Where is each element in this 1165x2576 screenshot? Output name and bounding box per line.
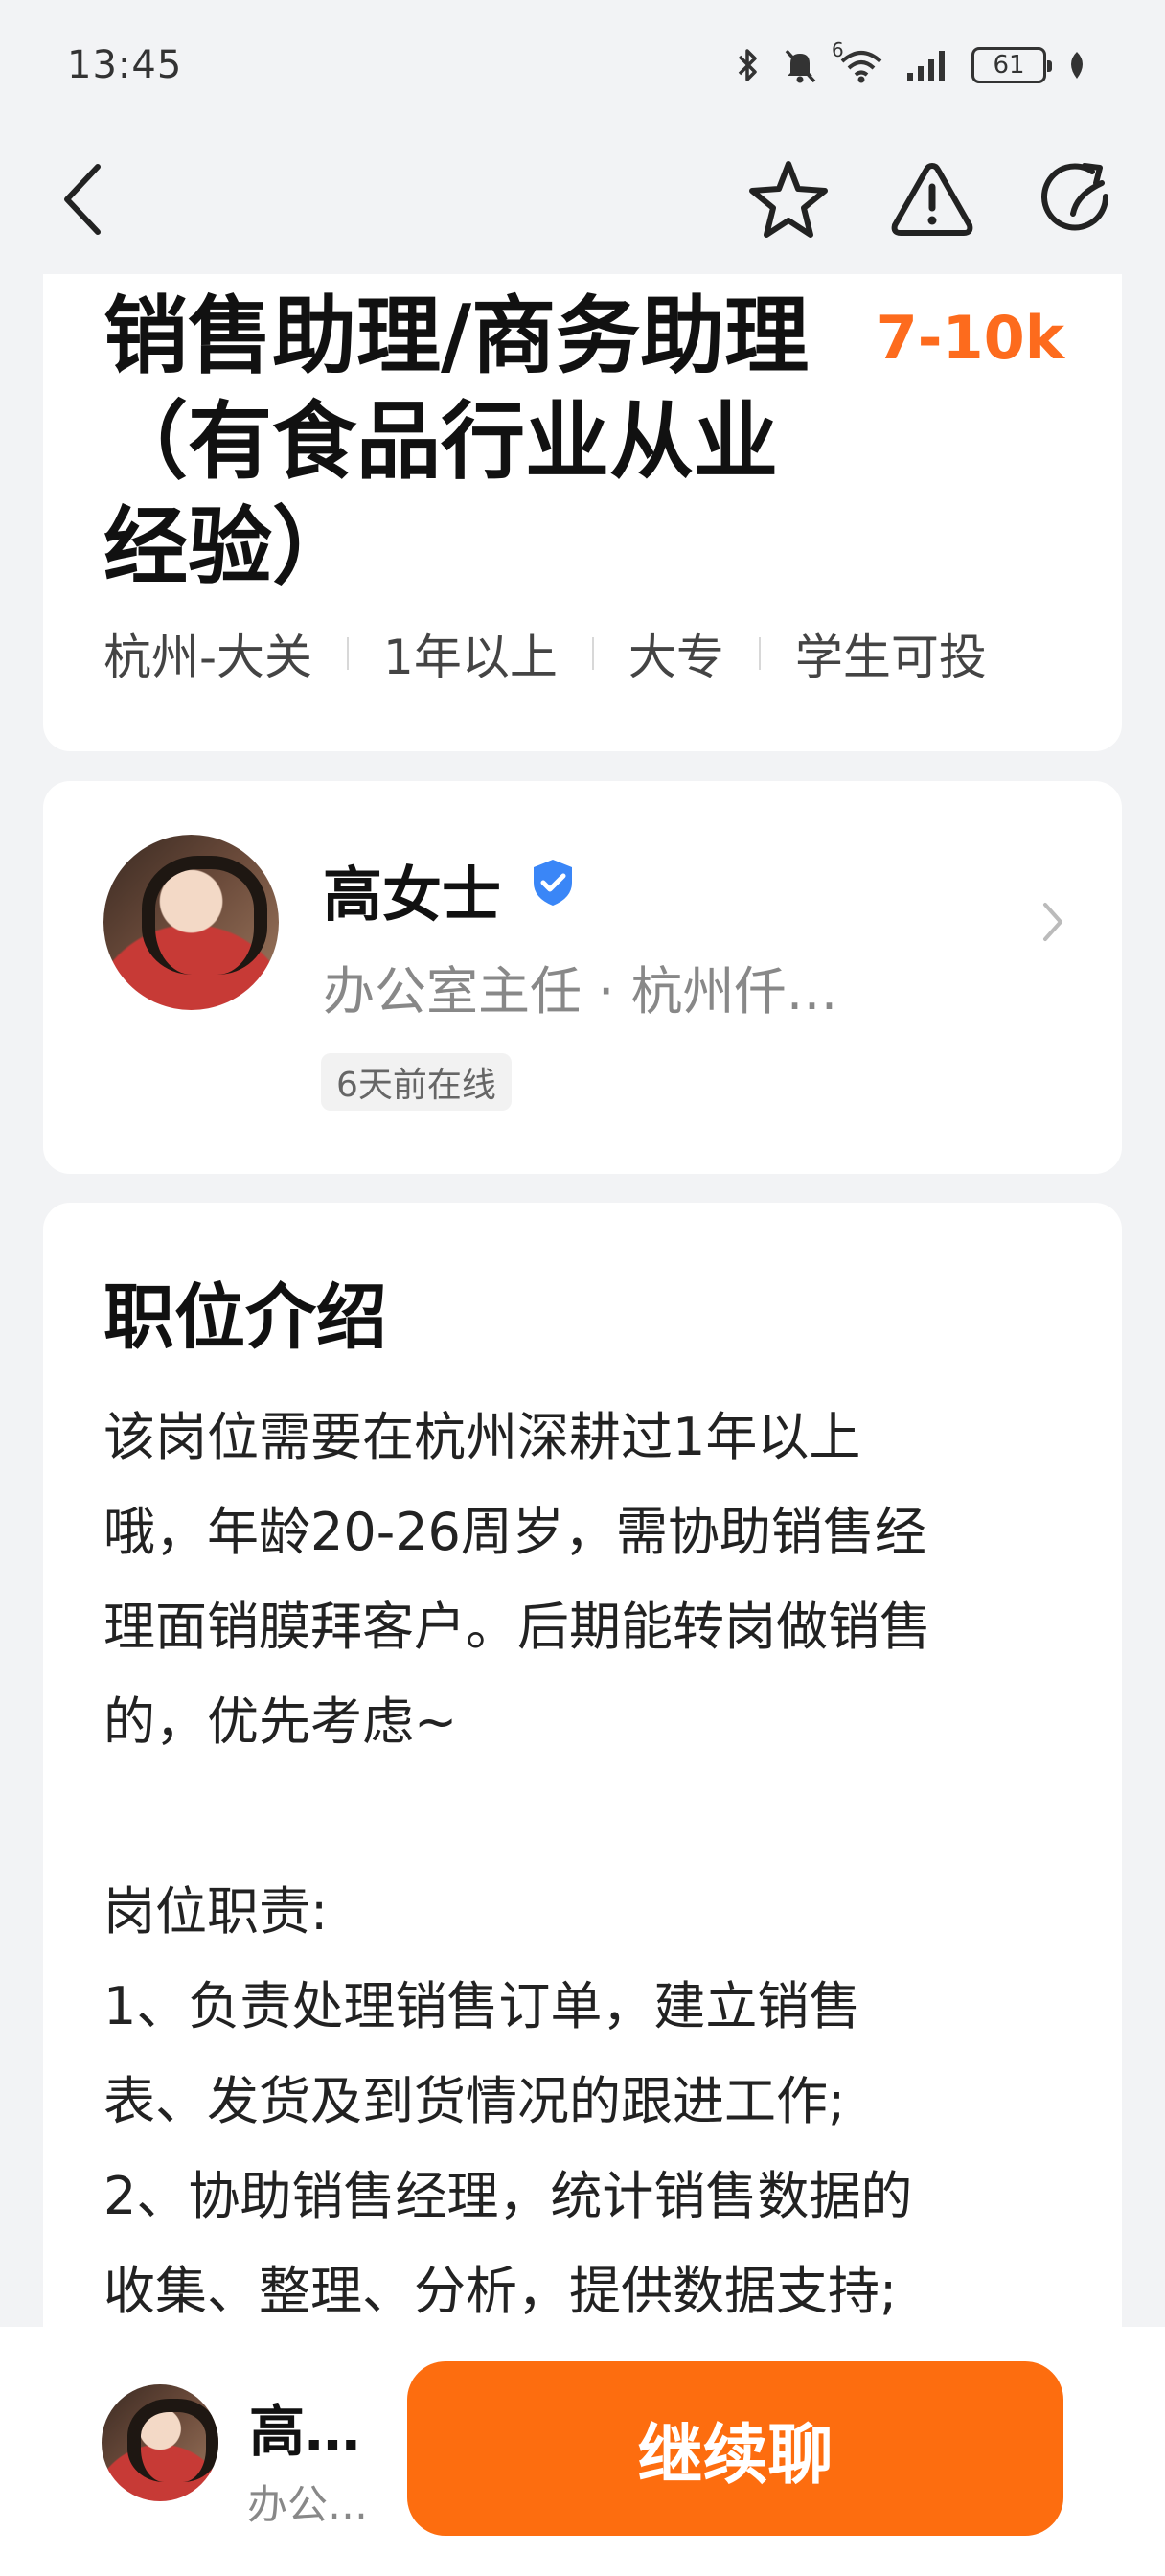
share-button[interactable]	[1035, 158, 1117, 241]
job-detail-page: 13:45 6 61 销售助理/商务助理（有食品行业从业经验） 7-10k 杭州…	[0, 0, 1165, 2576]
back-icon	[64, 163, 101, 235]
tag-divider	[591, 637, 594, 670]
wifi-icon: 6	[832, 38, 885, 84]
network-label: 6	[832, 37, 844, 61]
tag-education: 大专	[628, 630, 724, 685]
verified-icon	[529, 858, 577, 911]
top-nav	[0, 129, 1165, 268]
leaf-icon	[1065, 46, 1088, 84]
salary: 7-10k	[876, 303, 1064, 373]
mute-bell-icon	[782, 46, 818, 84]
chevron-right-icon	[1041, 901, 1064, 947]
job-description-text: 该岗位需要在杭州深耕过1年以上 哦，年龄20-26周岁，需协助销售经 理面销膜拜…	[103, 1407, 931, 2321]
recruiter-role: 办公室主任 · 杭州仟…	[323, 961, 838, 1022]
status-icons: 6 61	[734, 38, 1088, 84]
bottom-recruiter-role: 办公…	[247, 2481, 369, 2528]
battery-indicator: 61	[971, 46, 1052, 83]
job-summary-card: 销售助理/商务助理（有食品行业从业经验） 7-10k 杭州-大关 1年以上 大专…	[43, 274, 1122, 751]
bottom-action-bar: 高… 办公… 继续聊	[0, 2327, 1165, 2576]
report-button[interactable]	[889, 158, 975, 241]
nav-actions	[747, 158, 1117, 241]
favorite-button[interactable]	[747, 158, 830, 241]
tag-divider	[758, 637, 761, 670]
warning-icon	[891, 162, 973, 236]
bottom-recruiter-avatar[interactable]	[102, 2384, 218, 2501]
recruiter-avatar	[103, 835, 279, 1010]
tag-experience: 1年以上	[383, 630, 558, 685]
signal-icon	[904, 46, 952, 84]
continue-chat-button[interactable]: 继续聊	[407, 2361, 1063, 2536]
job-title: 销售助理/商务助理（有食品行业从业经验）	[103, 287, 810, 596]
tag-location: 杭州-大关	[103, 630, 313, 685]
star-icon	[749, 160, 828, 238]
tag-divider	[347, 637, 350, 670]
bluetooth-icon	[734, 46, 763, 84]
job-tags: 杭州-大关 1年以上 大专 学生可投	[103, 619, 987, 688]
status-time: 13:45	[67, 42, 183, 87]
back-button[interactable]	[59, 159, 107, 240]
recruiter-card[interactable]: 高女士 办公室主任 · 杭州仟… 6天前在线	[43, 781, 1122, 1174]
status-bar: 13:45 6 61	[0, 0, 1165, 129]
share-icon	[1041, 162, 1109, 230]
online-status-badge: 6天前在线	[321, 1053, 512, 1111]
section-title: 职位介绍	[103, 1276, 387, 1359]
bottom-recruiter-name: 高…	[249, 2399, 361, 2464]
tag-student: 学生可投	[794, 630, 987, 685]
recruiter-name: 高女士	[323, 860, 502, 930]
